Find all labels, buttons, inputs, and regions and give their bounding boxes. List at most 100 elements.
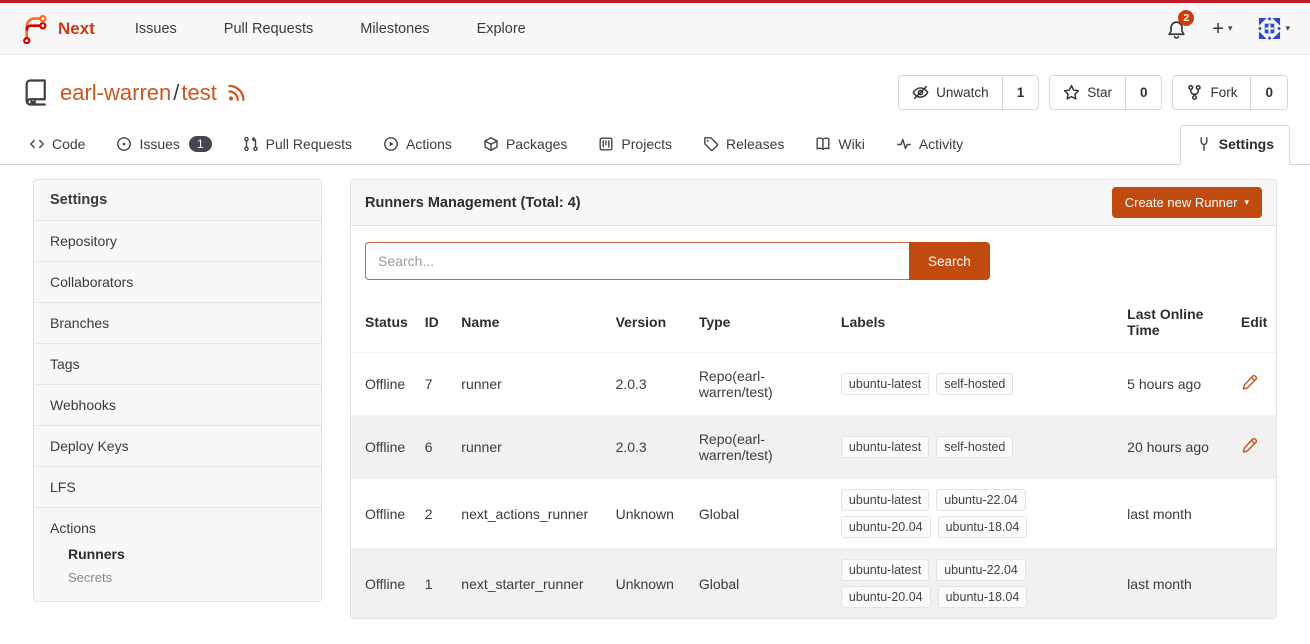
edit-runner-button[interactable] — [1241, 437, 1258, 454]
label-chip: ubuntu-22.04 — [936, 489, 1026, 511]
panel-header: Runners Management (Total: 4) Create new… — [351, 180, 1276, 226]
sidebar-item-lfs[interactable]: LFS — [34, 466, 321, 507]
project-icon — [598, 136, 614, 152]
runner-labels: ubuntu-latest self-hosted — [833, 353, 1119, 416]
rss-feed-icon[interactable] — [227, 83, 246, 102]
tab-count-badge: 1 — [189, 136, 212, 152]
repo-actions: Unwatch1Star0Fork0 — [898, 75, 1288, 110]
sidebar-item-repository[interactable]: Repository — [34, 220, 321, 261]
label-chip: ubuntu-latest — [841, 489, 929, 511]
tab-actions[interactable]: Actions — [374, 126, 461, 164]
create-new-runner-button[interactable]: Create new Runner ▾ — [1112, 187, 1262, 218]
runner-version: Unknown — [608, 549, 691, 619]
tab-code[interactable]: Code — [20, 126, 94, 164]
tab-label: Settings — [1219, 136, 1274, 152]
runner-name: next_actions_runner — [453, 479, 607, 549]
sidebar-item-tags[interactable]: Tags — [34, 343, 321, 384]
runner-id: 7 — [417, 353, 454, 416]
notifications-button[interactable]: 2 — [1167, 18, 1186, 39]
label-chip: ubuntu-latest — [841, 373, 929, 395]
unwatch-button-group: Unwatch1 — [898, 75, 1039, 110]
eye-slash-icon — [912, 84, 929, 101]
table-row: Offline6runner2.0.3Repo(earl-warren/test… — [351, 416, 1276, 479]
runner-version: 2.0.3 — [608, 353, 691, 416]
runner-edit — [1233, 549, 1276, 619]
navbar-item-explore[interactable]: Explore — [477, 21, 526, 37]
tab-label: Activity — [919, 136, 963, 152]
tab-projects[interactable]: Projects — [589, 126, 681, 164]
navbar: Next Issues Pull Requests Milestones Explor… — [0, 3, 1310, 55]
tab-settings[interactable]: Settings — [1180, 125, 1290, 165]
home-link[interactable]: Next — [20, 13, 95, 44]
sidebar-item-branches[interactable]: Branches — [34, 302, 321, 343]
runner-status: Offline — [351, 549, 417, 619]
sidebar-section-actions: ActionsRunnersSecrets — [34, 507, 321, 601]
search-button[interactable]: Search — [909, 242, 990, 280]
fork-count[interactable]: 0 — [1250, 76, 1287, 109]
star-count[interactable]: 0 — [1125, 76, 1162, 109]
column-header-last-online-time: Last Online Time — [1119, 290, 1233, 353]
forgejo-logo-icon — [20, 13, 49, 44]
sidebar-item-deploy-keys[interactable]: Deploy Keys — [34, 425, 321, 466]
create-menu-button[interactable]: + ▾ — [1212, 19, 1232, 39]
issue-icon — [116, 136, 132, 152]
runner-edit — [1233, 416, 1276, 479]
label-chip: self-hosted — [936, 436, 1013, 458]
runner-name: runner — [453, 416, 607, 479]
repo-title: earl-warren/test — [22, 78, 246, 107]
navbar-item-issues[interactable]: Issues — [135, 21, 177, 37]
tab-pull-requests[interactable]: Pull Requests — [234, 126, 361, 164]
tab-activity[interactable]: Activity — [887, 126, 972, 164]
tab-packages[interactable]: Packages — [474, 126, 576, 164]
label-chip: self-hosted — [936, 373, 1013, 395]
column-header-id: ID — [417, 290, 454, 353]
label-chip: ubuntu-latest — [841, 559, 929, 581]
tab-label: Actions — [406, 136, 452, 152]
wrench-icon — [1196, 136, 1212, 152]
repo-owner-link[interactable]: earl-warren — [60, 80, 171, 105]
runner-labels: ubuntu-latestself-hosted — [833, 416, 1119, 479]
navbar-item-pull-requests[interactable]: Pull Requests — [224, 21, 313, 37]
tab-wiki[interactable]: Wiki — [806, 126, 873, 164]
search-input[interactable] — [365, 242, 909, 280]
runner-type: Global — [691, 549, 833, 619]
unwatch-count[interactable]: 1 — [1002, 76, 1039, 109]
runner-version: 2.0.3 — [608, 416, 691, 479]
sidebar-subitem-runners[interactable]: Runners — [34, 542, 321, 566]
navbar-item-milestones[interactable]: Milestones — [360, 21, 429, 37]
tab-releases[interactable]: Releases — [694, 126, 793, 164]
column-header-edit: Edit — [1233, 290, 1276, 353]
sidebar-item-collaborators[interactable]: Collaborators — [34, 261, 321, 302]
star-button[interactable]: Star — [1050, 76, 1125, 109]
runner-last-online: last month — [1119, 549, 1233, 619]
tab-issues[interactable]: Issues 1 — [107, 126, 220, 164]
runner-id: 6 — [417, 416, 454, 479]
edit-runner-button[interactable] — [1241, 374, 1258, 391]
sidebar-title: Settings — [34, 180, 321, 220]
sidebar-item-actions[interactable]: Actions — [34, 508, 321, 542]
create-new-runner-label: Create new Runner — [1125, 195, 1238, 210]
sidebar-subitem-secrets[interactable]: Secrets — [34, 566, 321, 589]
fork-button-group: Fork 0 — [1172, 75, 1288, 110]
pencil-icon — [1241, 374, 1258, 391]
table-row: Offline7runner2.0.3Repo(earl-warren/test… — [351, 353, 1276, 416]
table-row: Offline2next_actions_runnerUnknownGlobal… — [351, 479, 1276, 549]
repo-tabs: Code Issues 1 Pull Requests Actions Packages P… — [0, 124, 1310, 165]
pull-request-icon — [243, 136, 259, 152]
search-bar: Search — [351, 226, 1276, 290]
unwatch-button[interactable]: Unwatch — [899, 76, 1002, 109]
caret-down-icon: ▾ — [1244, 197, 1249, 208]
tab-label: Pull Requests — [266, 136, 352, 152]
pencil-icon — [1241, 437, 1258, 454]
sidebar-item-webhooks[interactable]: Webhooks — [34, 384, 321, 425]
settings-sidebar: Settings RepositoryCollaboratorsBranches… — [33, 179, 322, 602]
navbar-links: Issues Pull Requests Milestones Explore — [135, 21, 526, 37]
repo-name-link[interactable]: test — [181, 80, 216, 105]
runner-labels: ubuntu-latestubuntu-22.04ubuntu-20.04ubu… — [833, 479, 1119, 549]
fork-button[interactable]: Fork — [1173, 76, 1250, 109]
tab-label: Projects — [621, 136, 672, 152]
tab-label: Issues — [139, 136, 179, 152]
user-menu-button[interactable]: ▾ — [1258, 17, 1290, 40]
label-chip: ubuntu-18.04 — [938, 516, 1028, 538]
fork-label: Fork — [1210, 85, 1237, 100]
